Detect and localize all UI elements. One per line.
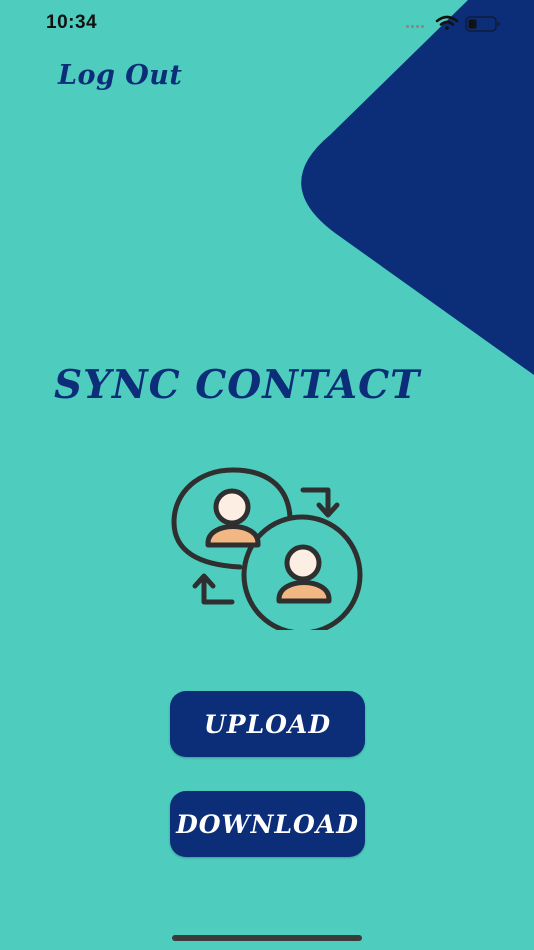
app-screen: 10:34 Log Out SYNC CONTACT UPLOAD DOWNLO… xyxy=(0,0,534,950)
contact-avatar-right xyxy=(276,544,332,604)
contact-avatar-left xyxy=(205,488,261,548)
signal-icon xyxy=(406,25,424,28)
page-title: SYNC CONTACT xyxy=(54,362,421,408)
battery-icon xyxy=(465,16,500,32)
status-icons xyxy=(406,15,500,32)
sync-contacts-icon xyxy=(171,467,363,630)
status-time: 10:34 xyxy=(46,12,98,33)
wifi-icon xyxy=(435,15,459,30)
download-button[interactable]: DOWNLOAD xyxy=(170,791,365,857)
upload-button[interactable]: UPLOAD xyxy=(170,691,365,757)
logout-button[interactable]: Log Out xyxy=(58,60,182,91)
home-indicator[interactable] xyxy=(172,935,362,941)
